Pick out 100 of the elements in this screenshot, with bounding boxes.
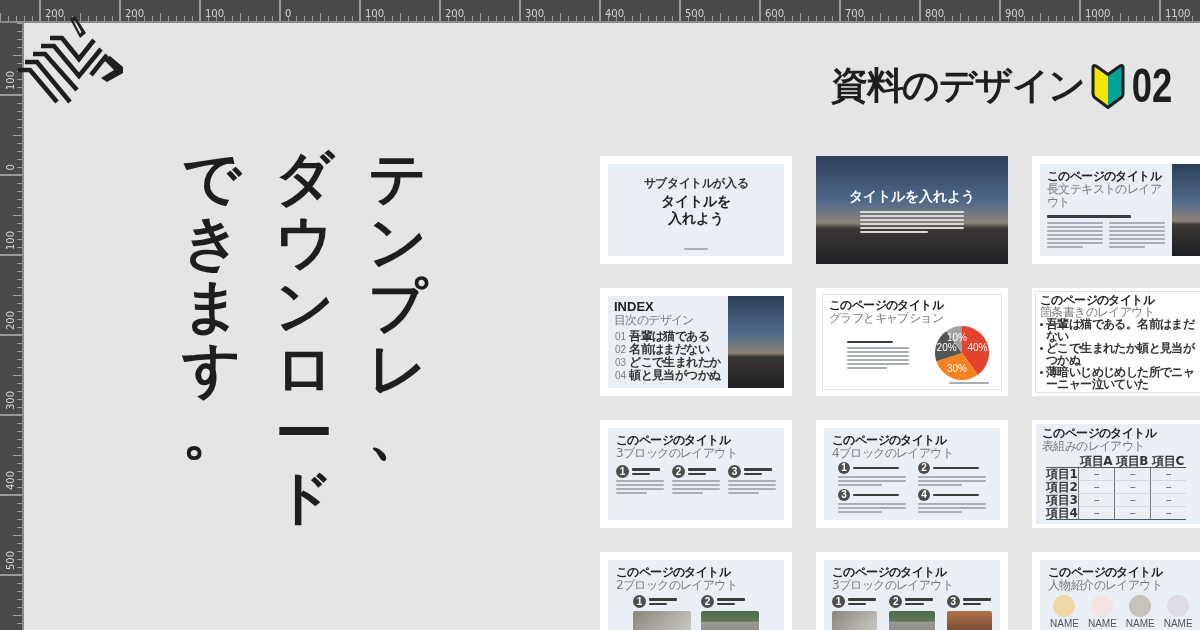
item-number: 01 bbox=[615, 331, 627, 342]
text-lines-drawing bbox=[848, 598, 876, 605]
table-cell: – bbox=[1078, 507, 1114, 520]
item-number: 02 bbox=[615, 344, 627, 355]
ruler-label: 0 bbox=[5, 163, 16, 170]
item-text: 吾輩は猫である bbox=[629, 330, 709, 343]
person-name: NAME bbox=[1125, 618, 1155, 629]
table-cell: – bbox=[1150, 481, 1186, 494]
photo-placeholder bbox=[889, 611, 935, 630]
column-header: 項目B bbox=[1114, 455, 1150, 468]
slide-subtitle: 4ブロックのレイアウト bbox=[832, 447, 954, 460]
step-number: 1 bbox=[616, 465, 629, 478]
ruler-label: 200 bbox=[45, 8, 65, 20]
item-text: 名前はまだない bbox=[629, 343, 709, 356]
text-lines-drawing bbox=[728, 480, 776, 494]
bullet-icon bbox=[1040, 323, 1043, 326]
photo-placeholder bbox=[946, 611, 992, 630]
row-header: 項目1 bbox=[1046, 468, 1078, 481]
ruler-label: 100 bbox=[5, 230, 16, 250]
person-name: NAME bbox=[1050, 618, 1079, 629]
photo-placeholder bbox=[832, 611, 878, 630]
text-lines-drawing bbox=[918, 476, 986, 486]
slide-title: このページのタイトル bbox=[616, 434, 730, 447]
column-header: 項目A bbox=[1078, 455, 1114, 468]
text-lines-drawing bbox=[672, 480, 720, 494]
slide-title: INDEX bbox=[614, 300, 654, 314]
ruler-label: 300 bbox=[5, 390, 16, 410]
ruler-label: 200 bbox=[5, 310, 16, 330]
data-label: 40% bbox=[967, 342, 988, 354]
slide-subtitle: サブタイトルが入る bbox=[643, 177, 749, 190]
ruler-label: 200 bbox=[125, 8, 145, 20]
ruler-label: 100 bbox=[5, 70, 16, 90]
table-cell: – bbox=[1150, 468, 1186, 481]
data-label: 20% bbox=[936, 342, 957, 354]
slide-title: このページのタイトル bbox=[829, 299, 943, 312]
text-lines-drawing bbox=[688, 468, 716, 475]
step-number: 2 bbox=[701, 595, 714, 608]
step-number: 2 bbox=[889, 595, 903, 608]
text-lines-drawing bbox=[853, 493, 899, 497]
ruler-label: 500 bbox=[5, 550, 16, 570]
table-cell: – bbox=[1150, 507, 1186, 520]
row-header: 項目3 bbox=[1046, 494, 1078, 507]
text-lines-drawing bbox=[649, 598, 677, 605]
ruler-label: 400 bbox=[605, 8, 625, 20]
text-lines-drawing bbox=[1047, 221, 1103, 248]
slide-title: このページのタイトル bbox=[1048, 566, 1162, 579]
slide-title: このページのタイトル bbox=[616, 566, 730, 579]
column-header: 項目C bbox=[1150, 455, 1186, 468]
text-lines-drawing bbox=[632, 468, 660, 475]
slide-title: このページのタイトル bbox=[832, 566, 946, 579]
slide-subtitle: グラフとキャプション bbox=[829, 312, 943, 325]
text-lines-drawing bbox=[962, 598, 991, 605]
table-cell: – bbox=[1078, 481, 1114, 494]
text-lines-drawing bbox=[847, 340, 893, 344]
step-number: 1 bbox=[832, 595, 845, 608]
beginner-mark-icon bbox=[1090, 62, 1125, 110]
slide-title: このページのタイトル bbox=[1040, 294, 1154, 306]
text-lines-drawing bbox=[838, 503, 906, 513]
table-cell: – bbox=[1114, 507, 1150, 520]
table-cell: – bbox=[1114, 468, 1150, 481]
text-lines-drawing bbox=[616, 480, 664, 494]
table-cell: – bbox=[1150, 494, 1186, 507]
avatar-placeholder bbox=[1053, 595, 1076, 617]
ruler-label: 900 bbox=[1005, 8, 1025, 20]
slide-subtitle: 3ブロックのレイアウト bbox=[616, 447, 738, 460]
item-text: どこで生まれたか bbox=[629, 356, 721, 369]
bullet-text: 吾輩は猫である。名前はまだない bbox=[1046, 318, 1196, 342]
table-cell: – bbox=[1114, 494, 1150, 507]
table-cell: – bbox=[1078, 494, 1114, 507]
ruler-label: 100 bbox=[365, 8, 385, 20]
ruler-label: 1000 bbox=[1085, 8, 1111, 20]
step-number: 1 bbox=[633, 595, 646, 608]
text-lines-drawing bbox=[684, 248, 708, 250]
photo-placeholder bbox=[701, 611, 759, 630]
step-number: 2 bbox=[672, 465, 685, 478]
ruler-label: 800 bbox=[925, 8, 945, 20]
slide-title: タイトルを入れよう bbox=[849, 187, 975, 204]
text-lines-drawing bbox=[933, 466, 979, 470]
ruler-label: 500 bbox=[685, 8, 705, 20]
table-cell: – bbox=[1078, 468, 1114, 481]
avatar-placeholder bbox=[1129, 595, 1152, 617]
step-number: 4 bbox=[918, 489, 930, 501]
text-lines-drawing bbox=[853, 466, 899, 470]
text-lines-drawing bbox=[918, 503, 986, 513]
photo-placeholder bbox=[633, 611, 691, 630]
data-label: 30% bbox=[947, 362, 967, 374]
person-name: NAME bbox=[1087, 618, 1117, 629]
slide-subtitle: 目次のデザイン bbox=[614, 314, 694, 327]
series-title: 資料のデザイン bbox=[831, 63, 1085, 109]
bullet-text: 薄暗いじめじめした所でニャーニャー泣いていた bbox=[1046, 366, 1196, 390]
slide-title: このページのタイトル bbox=[1042, 427, 1156, 440]
slide-title: このページのタイトル bbox=[1047, 170, 1161, 183]
person-name: NAME bbox=[1163, 618, 1193, 629]
ruler-label: 400 bbox=[5, 470, 16, 490]
item-number: 03 bbox=[615, 357, 627, 368]
row-header: 項目4 bbox=[1046, 507, 1078, 520]
step-number: 2 bbox=[918, 462, 930, 474]
slide-subtitle: 表組みのレイアウト bbox=[1042, 440, 1145, 453]
ruler-label: 600 bbox=[765, 8, 785, 20]
slide-subtitle: 3ブロックのレイアウト bbox=[832, 579, 954, 592]
